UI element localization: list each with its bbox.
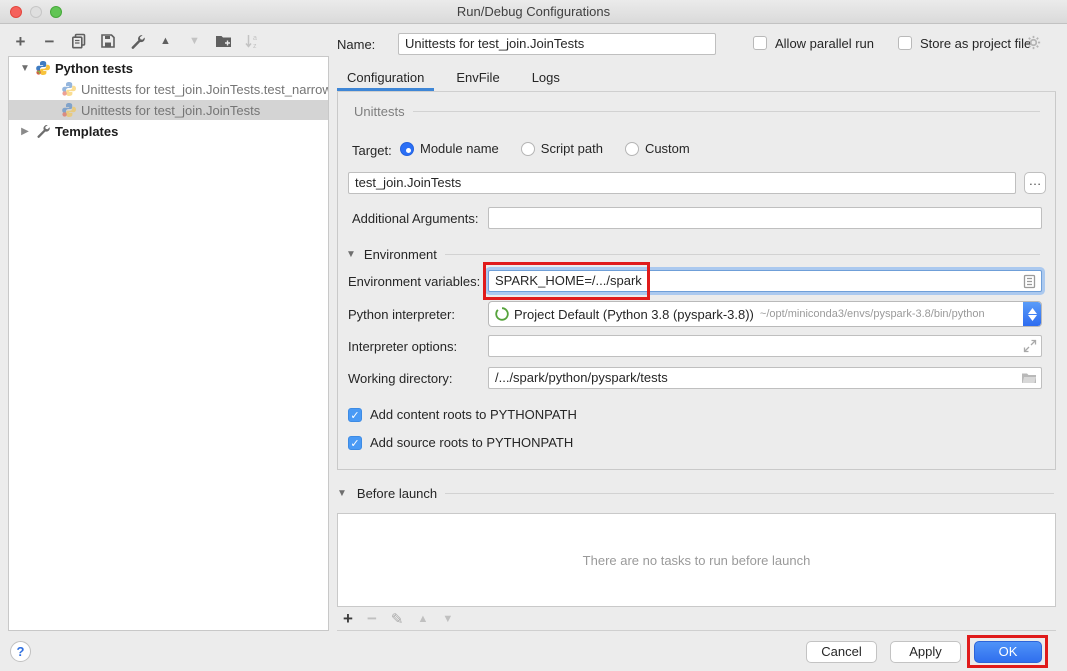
radio-icon (625, 142, 639, 156)
tree-item-label: Unittests for test_join.JoinTests (81, 103, 264, 118)
conda-env-icon (495, 307, 509, 321)
before-launch-empty-text: There are no tasks to run before launch (583, 553, 811, 568)
environment-variables-input[interactable]: SPARK_HOME=/.../spark (488, 270, 1042, 292)
configurations-toolbar: + − ▲ ▼ a z (12, 31, 261, 51)
tree-item-label: Unittests for test_join.JoinTests.test_n… (81, 82, 328, 97)
working-directory-label: Working directory: (348, 371, 453, 386)
name-label: Name: (337, 37, 375, 52)
svg-text:z: z (253, 43, 257, 50)
add-source-roots-label: Add source roots to PYTHONPATH (370, 435, 573, 450)
add-task-icon[interactable]: + (343, 609, 353, 629)
ok-button[interactable]: OK (974, 641, 1042, 663)
window-title: Run/Debug Configurations (0, 4, 1067, 19)
environment-group-header[interactable]: ▼ Environment (346, 247, 1040, 262)
radio-custom[interactable]: Custom (625, 141, 690, 156)
tab-envfile[interactable]: EnvFile (446, 66, 509, 91)
unittests-group-label: Unittests (354, 104, 405, 119)
apply-button[interactable]: Apply (890, 641, 961, 663)
interpreter-options-label: Interpreter options: (348, 339, 457, 354)
svg-text:a: a (253, 35, 257, 42)
edit-env-vars-list-icon[interactable] (1022, 274, 1037, 292)
target-input[interactable]: test_join.JoinTests (348, 172, 1016, 194)
move-task-down-icon: ▼ (442, 613, 453, 625)
python-tests-icon (35, 60, 51, 76)
tree-item-templates[interactable]: ▶ Templates (9, 121, 328, 141)
remove-configuration-icon[interactable]: − (41, 33, 58, 50)
tree-item-unittests-test-narrow[interactable]: Unittests for test_join.JoinTests.test_n… (9, 79, 328, 99)
radio-script-path[interactable]: Script path (521, 141, 603, 156)
store-options-gear-icon[interactable] (1026, 35, 1041, 53)
move-down-icon: ▼ (186, 33, 203, 50)
before-launch-task-list[interactable]: There are no tasks to run before launch (337, 513, 1056, 607)
interpreter-options-input[interactable] (488, 335, 1042, 357)
checked-checkbox-icon[interactable]: ✓ (348, 436, 362, 450)
help-button[interactable]: ? (10, 641, 31, 662)
target-radio-group: Module name Script path Custom (400, 141, 690, 156)
move-up-icon[interactable]: ▲ (157, 33, 174, 50)
templates-wrench-icon (35, 123, 51, 139)
additional-arguments-input[interactable] (488, 207, 1042, 229)
additional-arguments-label: Additional Arguments: (352, 211, 478, 226)
tab-logs[interactable]: Logs (522, 66, 570, 91)
tab-configuration[interactable]: Configuration (337, 66, 434, 91)
allow-parallel-run-label: Allow parallel run (775, 36, 874, 51)
title-bar: Run/Debug Configurations (0, 0, 1067, 24)
config-tabs: Configuration EnvFile Logs (337, 66, 1056, 92)
collapsed-chevron-icon[interactable]: ▶ (19, 126, 31, 137)
radio-icon (521, 142, 535, 156)
before-launch-header[interactable]: ▼ Before launch (337, 486, 1056, 501)
radio-module-name[interactable]: Module name (400, 141, 499, 156)
browse-folder-icon[interactable] (1021, 371, 1037, 389)
environment-group-label: Environment (364, 247, 437, 262)
add-content-roots-row[interactable]: ✓ Add content roots to PYTHONPATH (348, 407, 577, 422)
radio-selected-icon (400, 142, 414, 156)
edit-task-pencil-icon: ✎ (391, 610, 404, 628)
add-content-roots-label: Add content roots to PYTHONPATH (370, 407, 577, 422)
name-input[interactable]: Unittests for test_join.JoinTests (398, 33, 716, 55)
python-tests-icon (61, 81, 77, 97)
configurations-tree: ▼ Python tests Unittests for test_join.J… (8, 56, 329, 631)
save-configuration-icon[interactable] (99, 33, 116, 50)
add-configuration-icon[interactable]: + (12, 33, 29, 50)
allow-parallel-run-checkbox[interactable] (753, 36, 767, 50)
tree-item-python-tests[interactable]: ▼ Python tests (9, 58, 328, 78)
cancel-button[interactable]: Cancel (806, 641, 877, 663)
python-interpreter-label: Python interpreter: (348, 307, 455, 322)
expanded-chevron-icon[interactable]: ▼ (19, 63, 31, 74)
before-launch-toolbar: + − ✎ ▲ ▼ (337, 608, 1056, 631)
store-as-project-file-checkbox[interactable] (898, 36, 912, 50)
interpreter-path-hint: ~/opt/miniconda3/envs/pyspark-3.8/bin/py… (760, 308, 985, 320)
checked-checkbox-icon[interactable]: ✓ (348, 408, 362, 422)
select-stepper-icon[interactable] (1023, 302, 1041, 326)
browse-target-button[interactable]: … (1024, 172, 1046, 194)
collapse-triangle-icon: ▼ (337, 488, 347, 499)
copy-configuration-icon[interactable] (70, 33, 87, 50)
target-label: Target: (352, 143, 392, 158)
environment-variables-label: Environment variables: (348, 274, 480, 289)
working-directory-input[interactable]: /.../spark/python/pyspark/tests (488, 367, 1042, 389)
tree-item-unittests-jointests-selected[interactable]: Unittests for test_join.JoinTests (9, 100, 328, 120)
sort-configurations-icon: a z (244, 33, 261, 50)
expand-field-icon[interactable] (1023, 339, 1037, 357)
python-interpreter-select[interactable]: Project Default (Python 3.8 (pyspark-3.8… (488, 301, 1042, 327)
move-task-up-icon: ▲ (417, 613, 428, 625)
tree-item-label: Templates (55, 124, 122, 139)
remove-task-icon: − (367, 609, 377, 629)
new-folder-icon[interactable] (215, 33, 232, 50)
python-tests-icon (61, 102, 77, 118)
unittests-group-header: Unittests (346, 104, 1040, 119)
edit-templates-wrench-icon[interactable] (128, 33, 145, 50)
configuration-panel: Unittests Target: Module name Script pat… (337, 92, 1056, 470)
add-source-roots-row[interactable]: ✓ Add source roots to PYTHONPATH (348, 435, 573, 450)
tree-item-label: Python tests (55, 61, 137, 76)
collapse-triangle-icon: ▼ (346, 249, 356, 260)
store-as-project-file-label: Store as project file (920, 36, 1031, 51)
before-launch-label: Before launch (357, 486, 437, 501)
